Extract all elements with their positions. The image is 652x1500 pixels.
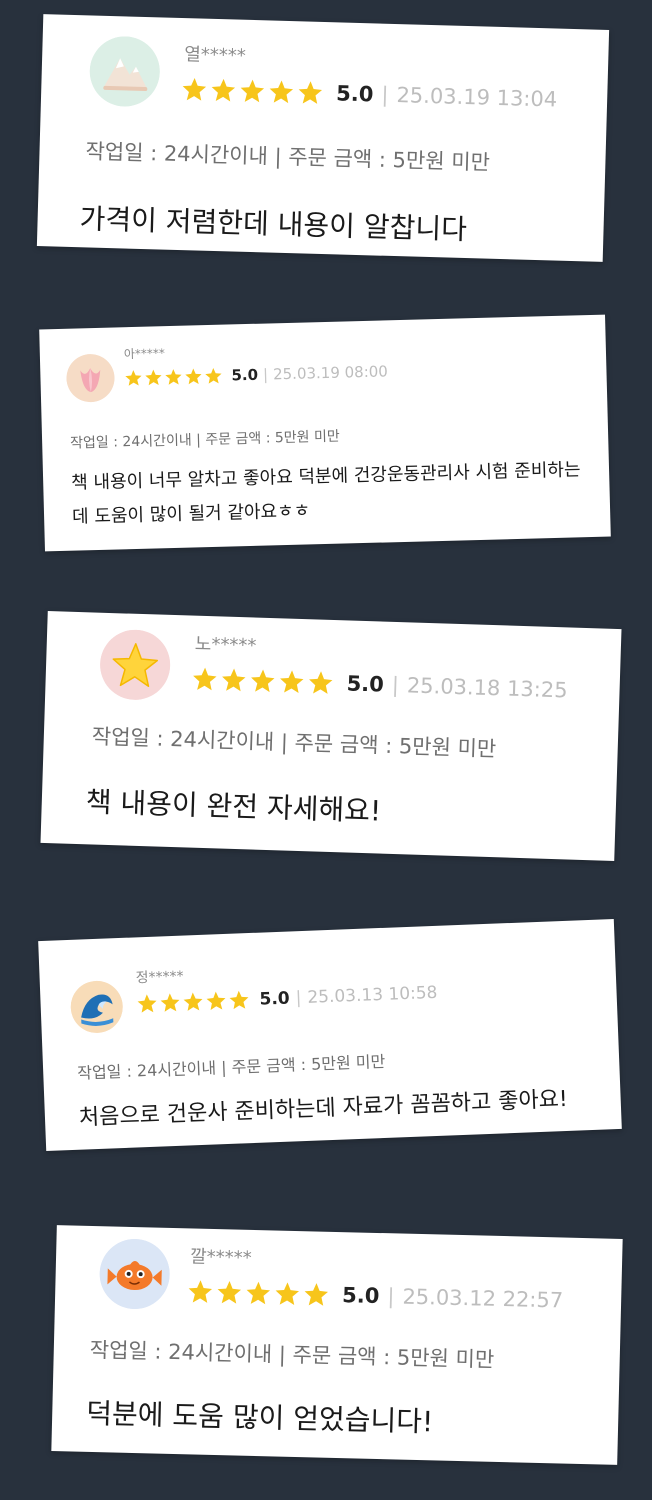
star-icon [222, 668, 246, 692]
star-icon [193, 667, 217, 691]
star-icon [137, 994, 157, 1013]
rating-score: 5.0 [341, 1283, 380, 1309]
order-meta: 작업일 : 24시간이내 | 주문 금액 : 5만원 미만 [91, 724, 497, 762]
star-icon [182, 78, 207, 101]
review-text: 덕분에 도움 많이 얻었습니다! [85, 1396, 434, 1439]
order-meta: 작업일 : 24시간이내 | 주문 금액 : 5만원 미만 [89, 1337, 495, 1372]
star-icon [240, 79, 265, 103]
review-card: 열***** 5.0 | 25.03.19 13:04 작업일 : 24시간이내… [36, 14, 610, 262]
review-text: 가격이 저렴한데 내용이 알찹니다 [79, 202, 468, 247]
tulip-icon [65, 353, 116, 403]
rating-row: 5.0 | 25.03.19 13:04 [181, 76, 558, 112]
rating-row: 5.0 | 25.03.18 13:25 [191, 666, 568, 704]
star-icon [125, 370, 142, 386]
fish-icon [98, 1238, 171, 1310]
rating-score: 5.0 [335, 81, 374, 107]
divider: | [381, 82, 389, 107]
review-text: 책 내용이 너무 알차고 좋아요 덕분에 건강운동관리사 시험 준비하는데 도움… [70, 459, 581, 528]
star-icon [211, 78, 236, 102]
review-text: 처음으로 건운사 준비하는데 자료가 꼼꼼하고 좋아요! [78, 1086, 569, 1131]
star-icon [206, 991, 226, 1010]
rating-score: 5.0 [259, 988, 291, 1010]
reviewer-name: 열***** [183, 44, 247, 67]
rating-score: 5.0 [231, 365, 259, 385]
reviewer-name: 아***** [123, 346, 166, 362]
star-rating [191, 666, 337, 697]
star-icon [304, 1283, 328, 1306]
wave-icon [69, 979, 124, 1034]
review-text: 책 내용이 완전 자세해요! [85, 785, 382, 828]
divider: | [387, 1284, 395, 1309]
rating-row: 5.0 | 25.03.13 10:58 [136, 982, 438, 1015]
star-icon [188, 1280, 213, 1303]
review-card: 아***** 5.0 | 25.03.19 08:00 작업일 : 24시간이내… [39, 314, 611, 552]
star-rating [124, 367, 224, 388]
review-screenshot: { "colors": { "background": "#28313d", "… [0, 0, 652, 1500]
reviewer-name: 정***** [135, 968, 184, 987]
star-icon [229, 990, 249, 1010]
star-icon [251, 669, 275, 693]
review-card: 노***** 5.0 | 25.03.18 13:25 작업일 : 24시간이내… [40, 611, 622, 861]
star-icon [99, 628, 172, 701]
star-icon [145, 369, 162, 386]
divider: | [391, 672, 400, 698]
star-icon [298, 81, 323, 104]
order-meta: 작업일 : 24시간이내 | 주문 금액 : 5만원 미만 [69, 428, 340, 452]
star-icon [205, 368, 222, 384]
star-icon [280, 670, 304, 694]
order-meta: 작업일 : 24시간이내 | 주문 금액 : 5만원 미만 [85, 139, 491, 175]
star-icon [160, 993, 180, 1012]
divider: | [262, 365, 269, 384]
review-date: 25.03.13 10:58 [307, 982, 438, 1008]
star-rating [187, 1278, 333, 1308]
star-rating [181, 76, 327, 106]
star-icon [185, 368, 202, 385]
reviewer-name: 깔***** [189, 1246, 252, 1269]
review-card: 정***** 5.0 | 25.03.13 10:58 작업일 : 24시간이내… [38, 919, 622, 1151]
star-icon [183, 992, 203, 1011]
review-date: 25.03.12 22:57 [402, 1284, 564, 1313]
star-rating [136, 989, 252, 1014]
star-icon [275, 1282, 300, 1305]
divider: | [295, 987, 302, 1008]
review-date: 25.03.19 13:04 [396, 83, 558, 112]
star-icon [246, 1281, 271, 1305]
star-icon [269, 80, 294, 104]
rating-row: 5.0 | 25.03.19 08:00 [124, 362, 388, 387]
order-meta: 작업일 : 24시간이내 | 주문 금액 : 5만원 미만 [76, 1051, 386, 1083]
rating-score: 5.0 [346, 671, 385, 697]
reviewer-name: 노***** [194, 633, 257, 657]
star-icon [309, 671, 333, 694]
mountain-icon [88, 35, 161, 108]
review-date: 25.03.18 13:25 [406, 673, 568, 703]
review-date: 25.03.19 08:00 [272, 362, 389, 384]
rating-row: 5.0 | 25.03.12 22:57 [187, 1278, 564, 1313]
star-icon [165, 369, 182, 385]
star-icon [217, 1280, 242, 1304]
review-card: 깔***** 5.0 | 25.03.12 22:57 작업일 : 24시간이내… [51, 1225, 623, 1465]
